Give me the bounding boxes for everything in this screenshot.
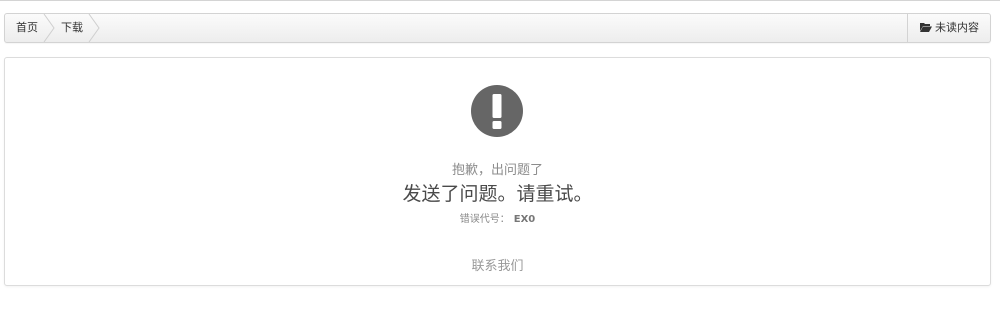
folder-open-icon — [920, 23, 932, 32]
error-code: 错误代号： EX0 — [5, 210, 990, 225]
error-code-value: EX0 — [513, 214, 536, 225]
breadcrumb-home-link[interactable]: 首页 — [16, 14, 38, 42]
unread-content-link[interactable]: 未读内容 — [907, 14, 990, 42]
error-code-label: 错误代号： — [459, 214, 510, 225]
breadcrumb: 首页 下载 未读内容 — [4, 13, 991, 43]
error-panel: 抱歉，出问题了 发送了问题。请重试。 错误代号： EX0 联系我们 — [4, 57, 991, 286]
breadcrumb-separator-icon — [43, 14, 55, 42]
top-divider — [0, 0, 1000, 1]
exclamation-circle-icon — [471, 85, 523, 137]
unread-content-label: 未读内容 — [935, 21, 979, 34]
contact-us-link[interactable]: 联系我们 — [5, 255, 990, 274]
error-message: 发送了问题。请重试。 — [402, 183, 593, 205]
error-subtitle: 抱歉，出问题了 — [451, 163, 543, 178]
breadcrumb-separator-icon — [88, 14, 100, 42]
breadcrumb-download-link[interactable]: 下载 — [61, 14, 83, 42]
